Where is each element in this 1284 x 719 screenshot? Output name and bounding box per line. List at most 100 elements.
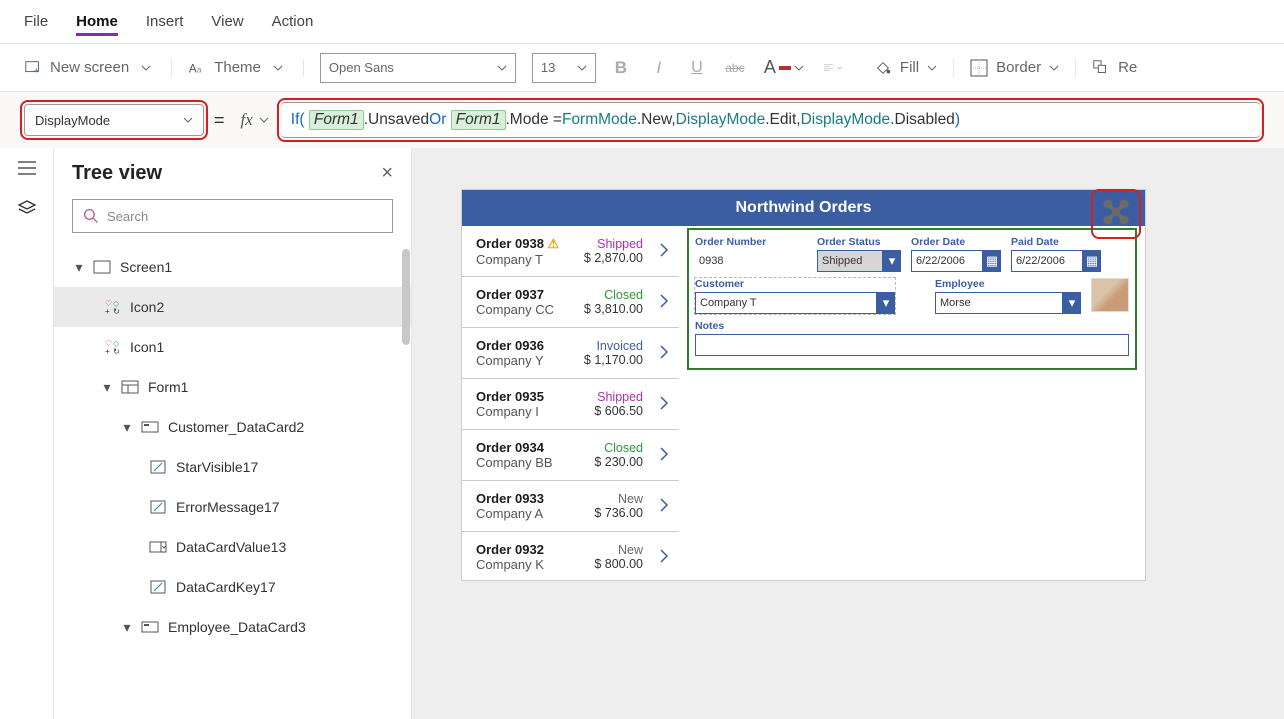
close-icon[interactable]: × — [381, 162, 393, 185]
svg-text:+: + — [105, 347, 110, 356]
form-area: Order Number 0938 Order Status Shipped ▾ — [679, 226, 1145, 580]
font-select[interactable]: Open Sans — [320, 53, 516, 83]
tree-view-title: Tree view — [72, 162, 162, 185]
icon-control-icon: ♡◇+↻ — [102, 338, 122, 356]
order-item[interactable]: Order 0933Company A New$ 736.00 — [462, 481, 679, 532]
tree-node-datacardvalue[interactable]: DataCardValue13 — [54, 527, 411, 567]
app-header: Northwind Orders — [462, 190, 1145, 226]
tree-node-form1[interactable]: ▾ Form1 — [54, 367, 411, 407]
underline-icon[interactable]: U — [688, 59, 706, 77]
datacard-icon — [140, 621, 160, 633]
property-select-value: DisplayMode — [35, 113, 110, 128]
order-item[interactable]: Order 0934Company BB Closed$ 230.00 — [462, 430, 679, 481]
ribbon: + New screen Aa Theme Open Sans 13 B I U… — [0, 44, 1284, 92]
tree-node-datacardkey[interactable]: DataCardKey17 — [54, 567, 411, 607]
order-item[interactable]: Order 0936Company Y Invoiced$ 1,170.00 — [462, 328, 679, 379]
fill-button[interactable]: Fill — [900, 59, 919, 76]
menu-insert[interactable]: Insert — [146, 7, 184, 36]
calendar-icon: ▦ — [1083, 250, 1101, 272]
fontsize-value: 13 — [541, 60, 555, 75]
paid-date-label: Paid Date — [1011, 236, 1101, 248]
search-placeholder: Search — [107, 209, 148, 224]
svg-text:a: a — [197, 65, 202, 74]
left-rail — [0, 148, 54, 719]
tree-list: ▾ Screen1 ♡◇+↻ Icon2 ♡◇+↻ Icon1 ▾ Form1 … — [54, 243, 411, 719]
svg-text:↻: ↻ — [113, 347, 120, 356]
order-item[interactable]: Order 0938 ⚠Company T Shipped$ 2,870.00 — [462, 226, 679, 277]
menu-view[interactable]: View — [211, 7, 243, 36]
employee-dropdown[interactable]: Morse ▾ — [935, 292, 1081, 314]
ribbon-group-border: Border — [970, 59, 1076, 77]
datacard-icon — [140, 421, 160, 433]
new-screen-button[interactable]: New screen — [50, 59, 129, 76]
ribbon-group-fill: Fill — [874, 59, 954, 77]
new-screen-icon: + — [24, 59, 42, 77]
svg-text:+: + — [34, 65, 39, 75]
tree-node-employee-card[interactable]: ▾ Employee_DataCard3 — [54, 607, 411, 647]
notes-input[interactable] — [695, 334, 1129, 356]
tree-node-starvisible[interactable]: StarVisible17 — [54, 447, 411, 487]
hamburger-icon[interactable] — [15, 156, 39, 180]
label-icon — [148, 460, 168, 474]
order-number-value: 0938 — [695, 250, 807, 272]
arrange-label: Re — [1118, 59, 1137, 76]
combobox-icon — [148, 541, 168, 553]
tree-view-panel: Tree view × Search ▾ Screen1 ♡◇+↻ Icon2 … — [54, 148, 412, 719]
chevron-right-icon — [659, 497, 669, 516]
tree-node-customer-card[interactable]: ▾ Customer_DataCard2 — [54, 407, 411, 447]
font-color-button[interactable]: A — [764, 57, 804, 78]
fx-button[interactable]: fx — [235, 110, 275, 130]
notes-label: Notes — [695, 320, 1129, 332]
calendar-icon: ▦ — [983, 250, 1001, 272]
form-icon — [120, 380, 140, 394]
chevron-down-icon[interactable] — [269, 59, 287, 77]
theme-button[interactable]: Theme — [214, 59, 261, 76]
tree-node-icon1[interactable]: ♡◇+↻ Icon1 — [54, 327, 411, 367]
align-icon[interactable] — [824, 59, 842, 77]
italic-icon[interactable]: I — [650, 59, 668, 77]
ribbon-group-arrange: Re — [1092, 59, 1153, 77]
ribbon-group-text: B I U abc A — [612, 57, 858, 78]
employee-label: Employee — [935, 278, 1081, 290]
svg-text:A: A — [189, 62, 197, 75]
orders-gallery[interactable]: Order 0938 ⚠Company T Shipped$ 2,870.00 … — [462, 226, 679, 580]
form1-outline[interactable]: Order Number 0938 Order Status Shipped ▾ — [689, 230, 1135, 368]
cancel-icon-selected[interactable] — [1095, 193, 1137, 235]
order-status-label: Order Status — [817, 236, 901, 248]
menu-action[interactable]: Action — [272, 7, 314, 36]
search-input[interactable]: Search — [72, 199, 393, 233]
bold-icon[interactable]: B — [612, 59, 630, 77]
chevron-down-icon: ▾ — [1063, 292, 1081, 314]
order-status-dropdown[interactable]: Shipped ▾ — [817, 250, 901, 272]
tree-node-screen1[interactable]: ▾ Screen1 — [54, 247, 411, 287]
order-date-picker[interactable]: 6/22/2006 ▦ — [911, 250, 1001, 272]
tree-node-errormsg[interactable]: ErrorMessage17 — [54, 487, 411, 527]
chevron-right-icon — [659, 548, 669, 567]
layers-icon[interactable] — [15, 196, 39, 220]
chevron-down-icon[interactable] — [137, 59, 155, 77]
menu-file[interactable]: File — [24, 7, 48, 36]
strikethrough-icon[interactable]: abc — [726, 59, 744, 77]
border-button[interactable]: Border — [996, 59, 1041, 76]
order-date-label: Order Date — [911, 236, 1001, 248]
fill-icon — [874, 59, 892, 77]
property-select[interactable]: DisplayMode — [24, 104, 204, 136]
tree-node-icon2[interactable]: ♡◇+↻ Icon2 — [54, 287, 411, 327]
search-icon — [83, 208, 99, 224]
menu-bar: File Home Insert View Action — [0, 0, 1284, 44]
app-title: Northwind Orders — [735, 199, 871, 217]
arrange-icon[interactable] — [1092, 59, 1110, 77]
menu-home[interactable]: Home — [76, 7, 118, 36]
order-item[interactable]: Order 0935Company I Shipped$ 606.50 — [462, 379, 679, 430]
label-icon — [148, 580, 168, 594]
ribbon-group-theme: Aa Theme — [188, 59, 304, 77]
fontsize-select[interactable]: 13 — [532, 53, 596, 83]
formula-input[interactable]: If( Form1 .Unsaved Or Form1 .Mode = Form… — [281, 102, 1260, 138]
customer-dropdown[interactable]: Company T ▾ — [695, 292, 895, 314]
scrollbar-thumb[interactable] — [402, 249, 410, 345]
order-item[interactable]: Order 0937Company CC Closed$ 3,810.00 — [462, 277, 679, 328]
theme-icon: Aa — [188, 59, 206, 77]
order-item[interactable]: Order 0932Company K New$ 800.00 — [462, 532, 679, 580]
paid-date-picker[interactable]: 6/22/2006 ▦ — [1011, 250, 1101, 272]
customer-label: Customer — [695, 278, 895, 290]
